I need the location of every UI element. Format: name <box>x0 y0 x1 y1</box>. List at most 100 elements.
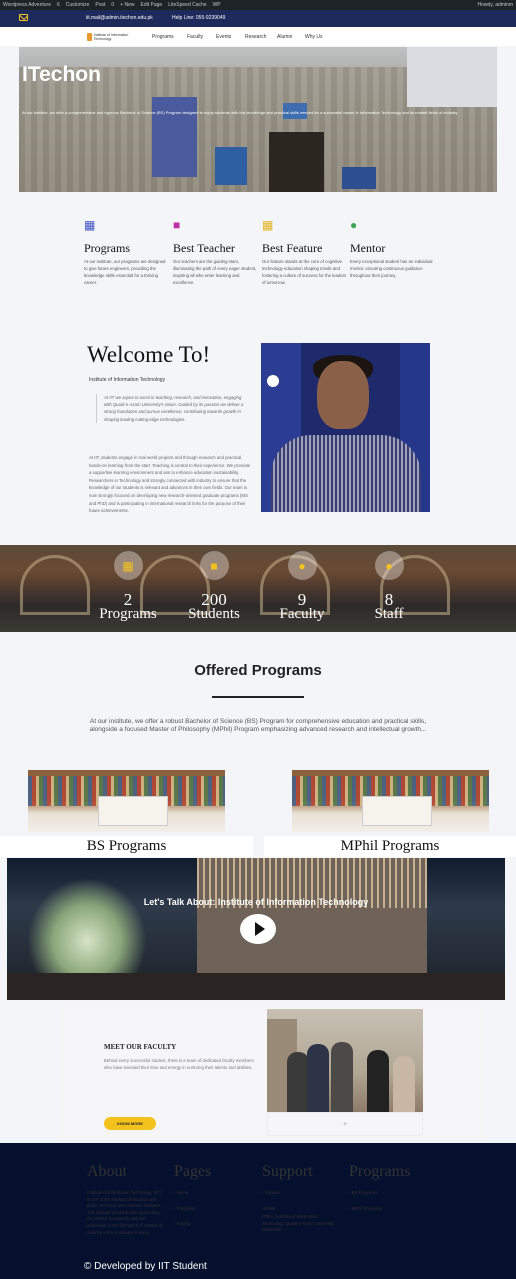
offered-text: At our institute, we offer a robust Bach… <box>89 718 427 733</box>
feature-title: Mentor <box>350 241 386 255</box>
hero-title: ITechon <box>22 63 101 86</box>
envelope-icon <box>19 14 28 21</box>
play-icon[interactable] <box>240 914 276 944</box>
admin-bar-item[interactable]: WP <box>213 2 221 8</box>
stats-banner: ▦ 2 Programs ■ 200 Students ● 9 Faculty … <box>0 545 516 632</box>
stat-faculty: ● 9 Faculty <box>262 551 342 622</box>
building-icon: ▦ <box>262 218 274 232</box>
feature-text: Every exceptional student has an individ… <box>350 259 433 278</box>
welcome-heading: Welcome To! <box>87 342 211 367</box>
welcome-quote: At IIT we aspire to excel in teaching, r… <box>96 394 246 423</box>
book-icon: ▦ <box>113 551 143 580</box>
site-footer <box>0 1143 516 1279</box>
stat-label: Staff <box>374 606 404 622</box>
nav-item-alumni[interactable]: Alumni <box>277 34 292 40</box>
footer-heading: Support <box>262 1163 313 1180</box>
footer-heading: Programs <box>349 1163 411 1180</box>
copyright: © Developed by IIT Student <box>84 1261 207 1272</box>
page: Wordpress Adventure 6 Customize Post 0 +… <box>0 0 516 1279</box>
admin-bar-item[interactable]: Customize <box>66 2 90 8</box>
feature-title: Best Feature <box>262 241 323 255</box>
admin-bar-item[interactable]: Edit Page <box>141 2 163 8</box>
director-portrait <box>261 343 430 512</box>
footer-link-home[interactable]: Home <box>174 1190 211 1197</box>
stat-number: 200 <box>201 590 227 609</box>
nav-item-programs[interactable]: Programs <box>152 34 174 40</box>
footer-link-bs[interactable]: BS Programs <box>349 1190 410 1197</box>
stat-label: Students <box>188 606 240 622</box>
poster-image <box>152 97 197 177</box>
mentor-icon: ● <box>350 218 358 232</box>
footer-programs: Programs BS Programs MPhil Programs <box>349 1163 410 1221</box>
student-icon: ■ <box>199 551 229 580</box>
faculty-photo[interactable] <box>267 1009 423 1112</box>
footer-pages: Pages Home Programs Faculty <box>174 1163 211 1237</box>
university-logo <box>265 373 281 389</box>
footer-link-email[interactable]: Email <box>262 1206 338 1213</box>
footer-heading: Pages <box>174 1163 212 1180</box>
admin-bar-item[interactable]: Post <box>95 2 105 8</box>
stat-programs: ▦ 2 Programs <box>88 551 168 622</box>
admin-bar: Wordpress Adventure 6 Customize Post 0 +… <box>0 0 516 10</box>
welcome-subheading: Institute of Information Technology <box>89 377 166 383</box>
footer-support: Support Contact Email Office: Institute … <box>262 1163 338 1234</box>
footer-link-contact[interactable]: Contact <box>262 1190 338 1197</box>
feature-best-teacher: ■ Best Teacher Our teachers are the guid… <box>173 219 258 286</box>
feature-text: Our teachers are the guiding stars, illu… <box>173 259 257 285</box>
stat-number: 2 <box>123 590 133 609</box>
feature-mentor: ● Mentor Every exceptional student has a… <box>350 219 435 279</box>
logo-icon <box>87 32 92 41</box>
carousel-control[interactable]: + <box>267 1112 423 1136</box>
admin-bar-item[interactable]: 0 <box>111 2 114 8</box>
footer-about-text: Institute of Information Technology (IIT… <box>87 1190 162 1235</box>
know-more-button[interactable]: KNOW MORE <box>104 1117 156 1130</box>
bs-program-image[interactable] <box>28 770 225 832</box>
video-title: Let's Talk About: Institute of Informati… <box>143 897 369 907</box>
site-logo[interactable]: Institute of Information Technology <box>87 32 135 41</box>
welcome-body: At IIT, students engage in real world pr… <box>89 455 251 514</box>
faculty-icon: ● <box>287 551 317 580</box>
logo-text: Institute of Information Technology <box>93 32 129 41</box>
hero-banner: ITechon At our institute, we offer a com… <box>19 47 497 192</box>
admin-bar-account[interactable]: Howdy, adminm <box>478 2 513 8</box>
admin-bar-item[interactable]: 6 <box>57 2 60 8</box>
book-icon: ▦ <box>84 218 96 232</box>
teacher-icon: ■ <box>173 218 181 232</box>
footer-heading: About <box>87 1163 127 1180</box>
faculty-heading: MEET OUR FACULTY <box>104 1043 177 1051</box>
hero-tagline: At our institute, we offer a comprehensi… <box>22 110 459 115</box>
admin-bar-item[interactable]: Wordpress Adventure <box>3 2 51 8</box>
faculty-text: Behind every successful student, there i… <box>104 1058 254 1070</box>
footer-address: Office: Institute of Information Technol… <box>262 1214 335 1233</box>
nav-item-faculty[interactable]: Faculty <box>187 34 203 40</box>
footer-link-mphil[interactable]: MPhil Programs <box>349 1206 410 1213</box>
stat-label: Programs <box>99 606 157 622</box>
admin-bar-item[interactable]: + New <box>120 2 134 8</box>
divider <box>212 696 304 698</box>
stat-number: 8 <box>384 590 394 609</box>
nav-item-research[interactable]: Research <box>245 34 266 40</box>
stat-staff: ● 8 Staff <box>349 551 429 622</box>
footer-link-faculty[interactable]: Faculty <box>174 1221 211 1228</box>
admin-bar-item[interactable]: LiteSpeed Cache <box>168 2 206 8</box>
stat-students: ■ 200 Students <box>174 551 254 622</box>
stat-label: Faculty <box>279 606 325 622</box>
mphil-program-card[interactable]: MPhil Programs <box>264 836 516 857</box>
nav-item-events[interactable]: Events <box>216 34 231 40</box>
promo-video[interactable]: Let's Talk About: Institute of Informati… <box>7 858 505 1000</box>
mphil-program-image[interactable] <box>292 770 489 832</box>
footer-link-programs[interactable]: Programs <box>174 1206 211 1213</box>
contact-phone[interactable]: Help Line: 055-9239049 <box>172 15 225 21</box>
feature-text: At our institute, our programs are desig… <box>84 259 166 285</box>
footer-about: About Institute of Information Technolog… <box>87 1163 163 1236</box>
feature-text: Our feature stands at the core of cognit… <box>262 259 347 285</box>
stat-number: 9 <box>297 590 307 609</box>
nav-item-why-us[interactable]: Why Us <box>305 34 323 40</box>
contact-bar: iit.mail@admin.itechon.edu.pk Help Line:… <box>0 10 516 27</box>
feature-title: Programs <box>84 241 130 255</box>
contact-email[interactable]: iit.mail@admin.itechon.edu.pk <box>86 15 153 21</box>
feature-best-feature: ▦ Best Feature Our feature stands at the… <box>262 219 347 286</box>
bs-program-card[interactable]: BS Programs <box>0 836 253 857</box>
feature-title: Best Teacher <box>173 241 235 255</box>
feature-programs: ▦ Programs At our institute, our program… <box>84 219 169 286</box>
